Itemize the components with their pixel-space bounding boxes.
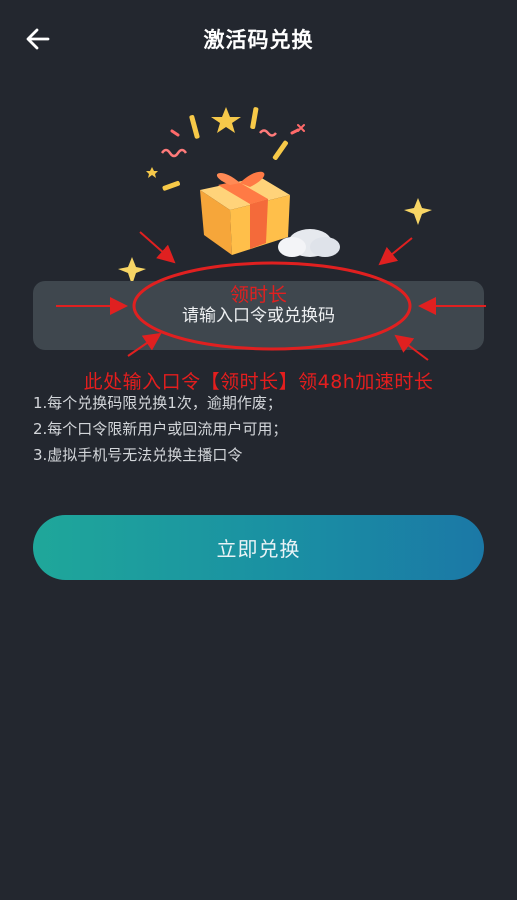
gift-box-icon	[200, 171, 290, 255]
rule-item: 2.每个口令限新用户或回流用户可用；	[33, 420, 288, 438]
redeem-button[interactable]: 立即兑换	[33, 515, 484, 580]
gift-illustration	[100, 95, 460, 295]
annotation-label-top: 领时长	[229, 284, 287, 306]
header-bar: 激活码兑换	[0, 0, 517, 78]
rule-item: 1.每个兑换码限兑换1次，逾期作废；	[33, 394, 282, 412]
page-title: 激活码兑换	[203, 28, 314, 52]
rule-item: 3.虚拟手机号无法兑换主播口令	[33, 446, 243, 464]
rules-list: 1.每个兑换码限兑换1次，逾期作废； 2.每个口令限新用户或回流用户可用； 3.…	[33, 390, 483, 468]
redeem-button-label: 立即兑换	[216, 537, 301, 561]
